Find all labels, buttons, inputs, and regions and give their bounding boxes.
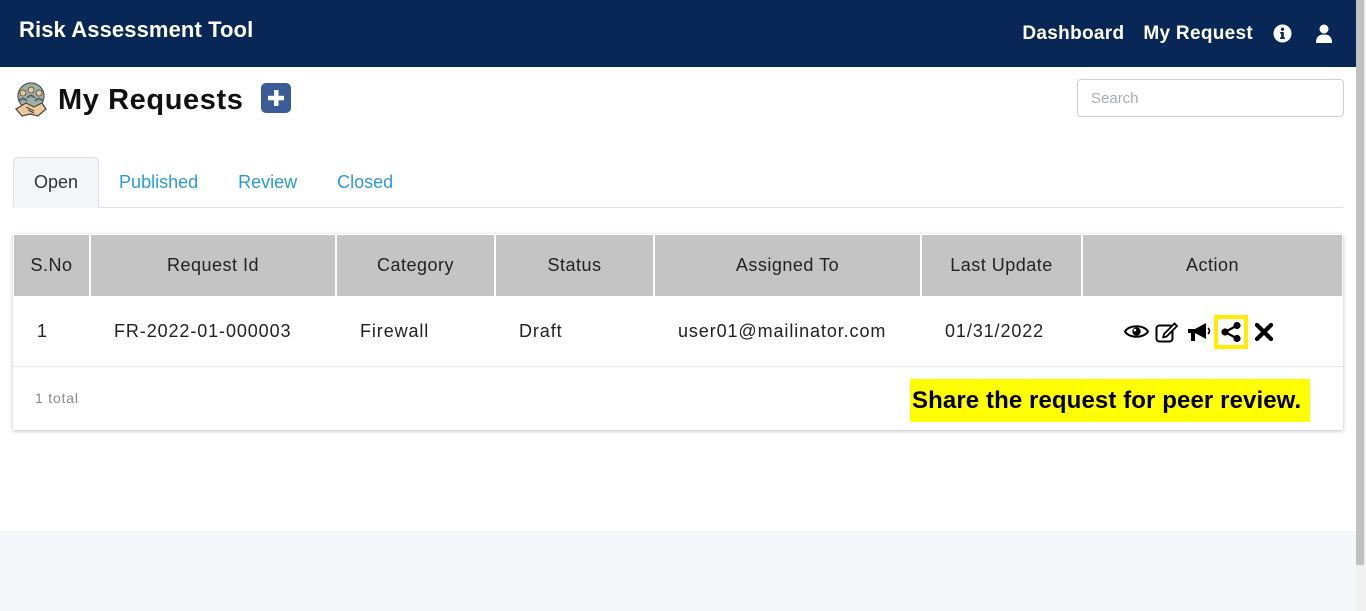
handshake-people-icon — [12, 81, 50, 119]
cell-request-id[interactable]: FR-2022-01-000003 — [114, 296, 291, 367]
column-header-category[interactable]: Category — [337, 235, 496, 296]
table-header: S.No Request Id Category Status Assigned… — [14, 235, 1342, 296]
plus-square-icon — [267, 90, 284, 106]
search-input[interactable] — [1077, 79, 1344, 117]
delete-button[interactable] — [1251, 319, 1277, 345]
cell-category: Firewall — [360, 321, 430, 341]
share-callout: Share the request for peer review. — [910, 379, 1310, 422]
megaphone-icon — [1187, 322, 1210, 341]
cell-assigned-to: user01@mailinator.com — [678, 321, 887, 341]
column-header-status[interactable]: Status — [496, 235, 655, 296]
cell-status: Draft — [519, 321, 563, 341]
view-button[interactable] — [1123, 319, 1149, 345]
column-header-action: Action — [1185, 255, 1240, 275]
table-total-count: 1 total — [35, 390, 79, 406]
nav-link-my-request[interactable]: My Request — [1143, 23, 1253, 45]
info-icon[interactable] — [1272, 24, 1292, 44]
share-icon — [1221, 321, 1241, 342]
close-icon — [1254, 322, 1274, 341]
edit-button[interactable] — [1154, 319, 1180, 345]
tab-published[interactable]: Published — [99, 157, 218, 208]
request-tabs: Open Published Review Closed — [13, 157, 1343, 208]
eye-icon — [1123, 325, 1149, 338]
nav-links: Dashboard My Request — [1022, 0, 1356, 67]
nav-link-dashboard[interactable]: Dashboard — [1022, 23, 1124, 45]
column-header-request-id[interactable]: Request Id — [91, 235, 337, 296]
table-row: 1 FR-2022-01-000003 Firewall Draft user0… — [13, 296, 1343, 367]
scrollbar-thumb[interactable] — [1356, 0, 1364, 565]
add-request-button[interactable] — [260, 83, 291, 113]
edit-icon — [1155, 321, 1179, 342]
cell-last-update: 01/31/2022 — [945, 321, 1045, 341]
column-header-sno[interactable]: S.No — [14, 235, 91, 296]
app-brand[interactable]: Risk Assessment Tool — [19, 17, 253, 43]
main-content: My Requests Open Published Review Closed… — [0, 67, 1356, 531]
user-icon[interactable] — [1314, 24, 1334, 44]
column-header-assigned-to[interactable]: Assigned To — [655, 235, 922, 296]
top-navbar: Risk Assessment Tool Dashboard My Reques… — [0, 0, 1356, 67]
page-title: My Requests — [58, 83, 244, 116]
page-header: My Requests — [12, 81, 291, 119]
share-button[interactable] — [1214, 314, 1248, 349]
tab-closed[interactable]: Closed — [317, 157, 413, 208]
tab-open[interactable]: Open — [13, 157, 100, 208]
cell-sno: 1 — [37, 321, 48, 341]
column-header-last-update[interactable]: Last Update — [922, 235, 1083, 296]
row-actions — [1123, 296, 1282, 367]
tab-review[interactable]: Review — [218, 157, 317, 208]
publish-button[interactable] — [1185, 319, 1211, 345]
page-scrollbar[interactable] — [1356, 0, 1366, 611]
